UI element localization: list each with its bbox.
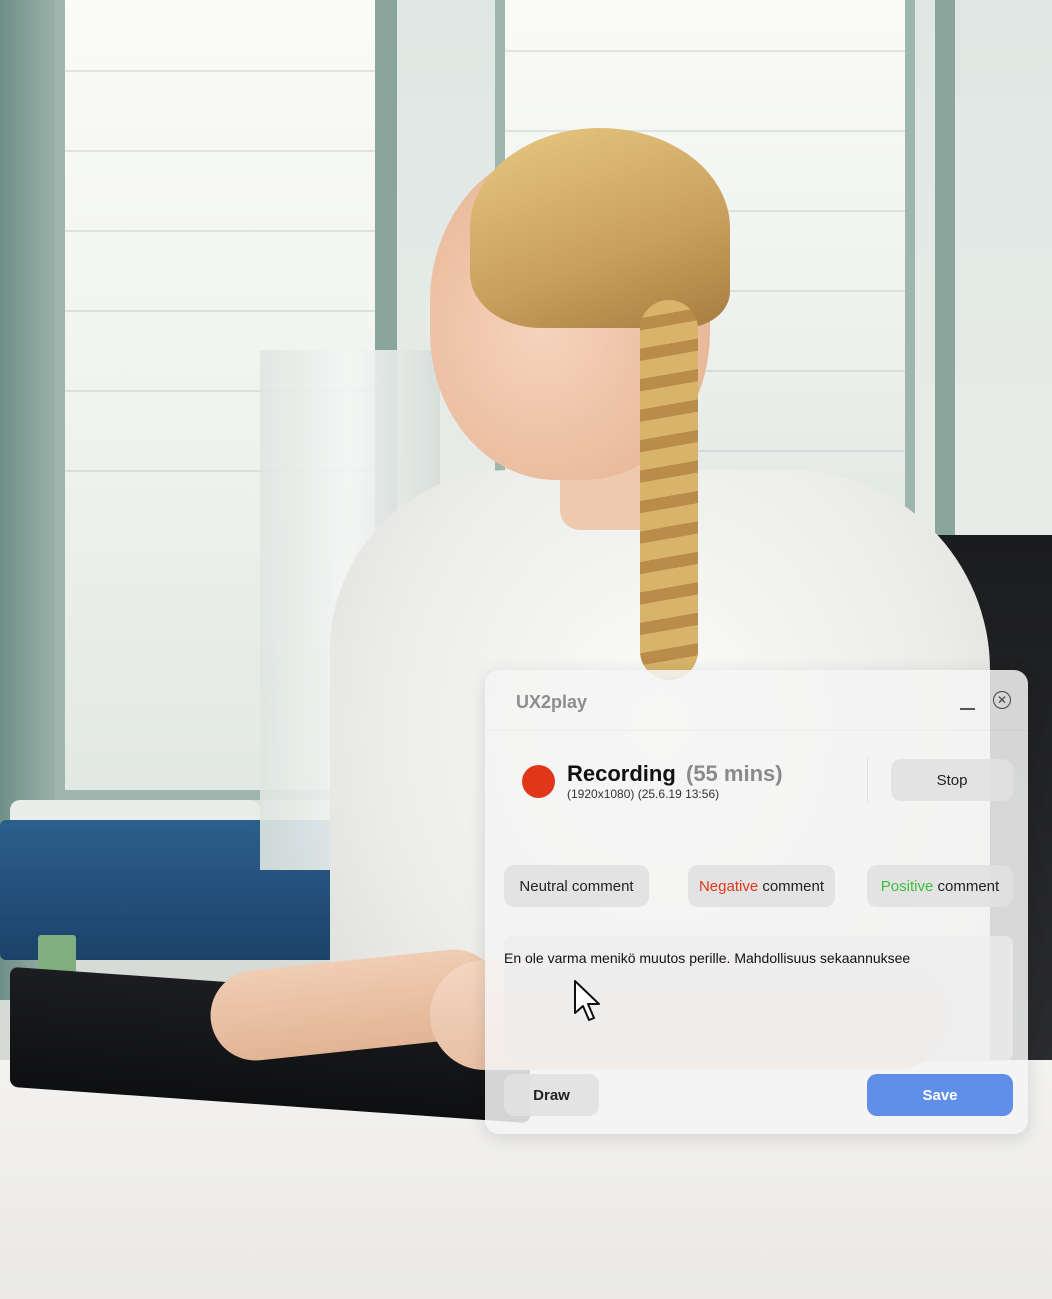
close-icon[interactable]: ✕ [993, 691, 1011, 709]
recording-indicator-icon [522, 765, 555, 798]
negative-comment-button[interactable]: Negative comment [688, 865, 835, 907]
minimize-icon[interactable] [957, 688, 979, 712]
panel-header: UX2play ✕ [485, 670, 1028, 731]
app-title: UX2play [516, 692, 588, 712]
neutral-comment-button[interactable]: Neutral comment [504, 865, 649, 907]
divider [867, 758, 868, 802]
ux2play-panel: UX2play ✕ Recording (55 mins) (1920x1080… [485, 670, 1028, 1134]
recording-status: Recording [567, 761, 676, 786]
draw-button[interactable]: Draw [504, 1074, 599, 1116]
recording-duration: (55 mins) [686, 761, 783, 786]
stop-button[interactable]: Stop [891, 759, 1013, 801]
recording-meta: (1920x1080) (25.6.19 13:56) [567, 787, 720, 801]
positive-comment-button[interactable]: Positive comment [867, 865, 1013, 907]
save-button[interactable]: Save [867, 1074, 1013, 1116]
arrow-pointer-icon [574, 980, 600, 1021]
comment-text: En ole varma menikö muutos perille. Mahd… [504, 950, 911, 966]
braid [640, 300, 698, 680]
